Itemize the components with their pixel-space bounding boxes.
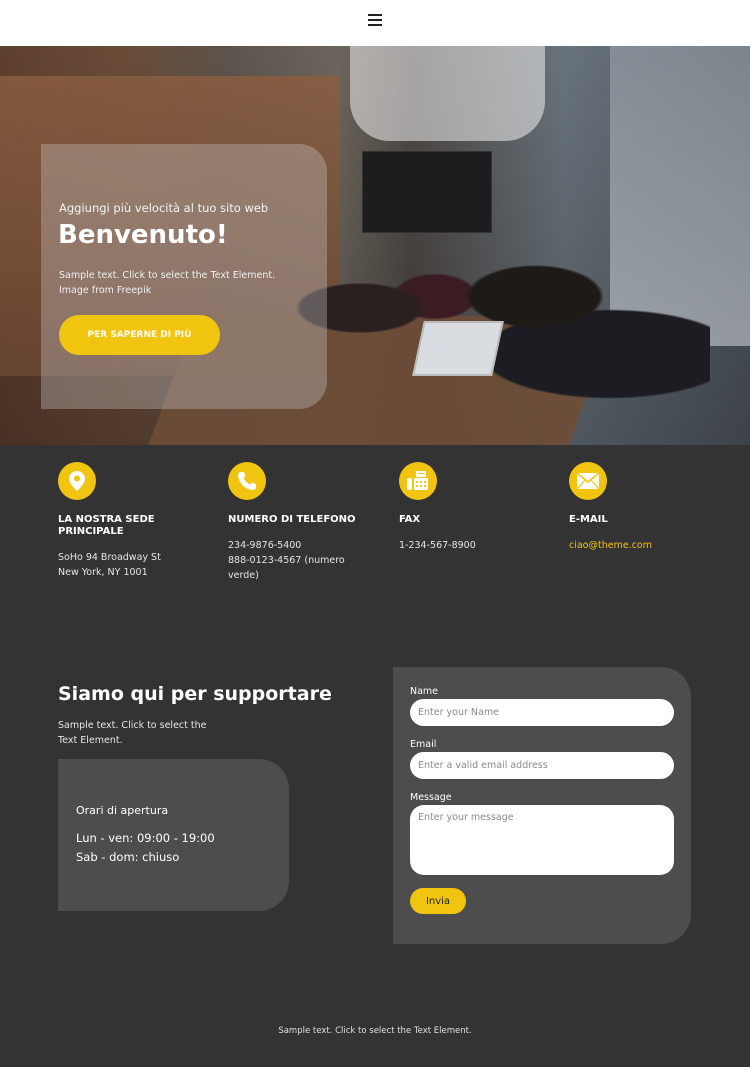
info-phone-label: NUMERO DI TELEFONO	[228, 514, 356, 525]
name-input[interactable]: Enter your Name	[410, 699, 674, 726]
opening-hours-card: Orari di apertura Lun - ven: 09:00 - 19:…	[58, 759, 289, 911]
message-textarea[interactable]: Enter your message	[410, 805, 674, 875]
hero-title: Benvenuto!	[58, 220, 228, 250]
contact-form: Name Enter your Name Email Enter a valid…	[393, 667, 691, 944]
learn-more-button[interactable]: PER SAPERNE DI PIÙ	[59, 315, 220, 355]
phone-icon	[228, 462, 266, 500]
info-fax-label: FAX	[399, 514, 421, 525]
info-email-label: E-MAIL	[569, 514, 608, 525]
name-label: Name	[410, 686, 439, 697]
info-fax: FAX 1-234-567-8900	[399, 462, 549, 553]
opening-hours-weekend: Sab - dom: chiuso	[76, 850, 180, 864]
support-title: Siamo qui per supportare	[58, 683, 332, 705]
info-address-value: SoHo 94 Broadway St New York, NY 1001	[58, 552, 161, 578]
email-link[interactable]: ciao@theme.com	[569, 538, 694, 553]
info-address: LA NOSTRA SEDE PRINCIPALE SoHo 94 Broadw…	[58, 462, 208, 580]
map-pin-icon	[58, 462, 96, 500]
info-fax-value: 1-234-567-8900	[399, 540, 476, 551]
hero-image-laptop	[412, 321, 504, 376]
toll-free-number: 888-0123-4567 (numero verde)	[228, 555, 345, 581]
header	[0, 0, 750, 46]
info-phone-value: 234-9876-5400 888-0123-4567 (numero verd…	[228, 538, 353, 583]
hamburger-icon[interactable]	[368, 14, 382, 28]
envelope-icon	[569, 462, 607, 500]
hero-image-lamp	[350, 46, 545, 141]
phone-number: 234-9876-5400	[228, 540, 302, 551]
opening-hours-title: Orari di apertura	[76, 804, 169, 817]
support-text: Sample text. Click to select the Text El…	[58, 720, 207, 746]
message-label: Message	[410, 792, 452, 803]
email-label: Email	[410, 739, 437, 750]
info-address-label: LA NOSTRA SEDE PRINCIPALE	[58, 514, 155, 537]
email-input[interactable]: Enter a valid email address	[410, 752, 674, 779]
submit-button[interactable]: Invia	[410, 888, 466, 914]
info-email: E-MAIL ciao@theme.com	[569, 462, 719, 553]
fax-icon	[399, 462, 437, 500]
info-phone: NUMERO DI TELEFONO 234-9876-5400 888-012…	[228, 462, 378, 583]
opening-hours-weekdays: Lun - ven: 09:00 - 19:00	[76, 831, 215, 845]
hero-card: Aggiungi più velocità al tuo sito web Be…	[41, 144, 327, 409]
hero-subtitle: Aggiungi più velocità al tuo sito web	[59, 201, 269, 215]
footer-text: Sample text. Click to select the Text El…	[278, 1026, 472, 1036]
hero-section: Aggiungi più velocità al tuo sito web Be…	[0, 46, 750, 445]
hero-text: Sample text. Click to select the Text El…	[59, 270, 276, 296]
